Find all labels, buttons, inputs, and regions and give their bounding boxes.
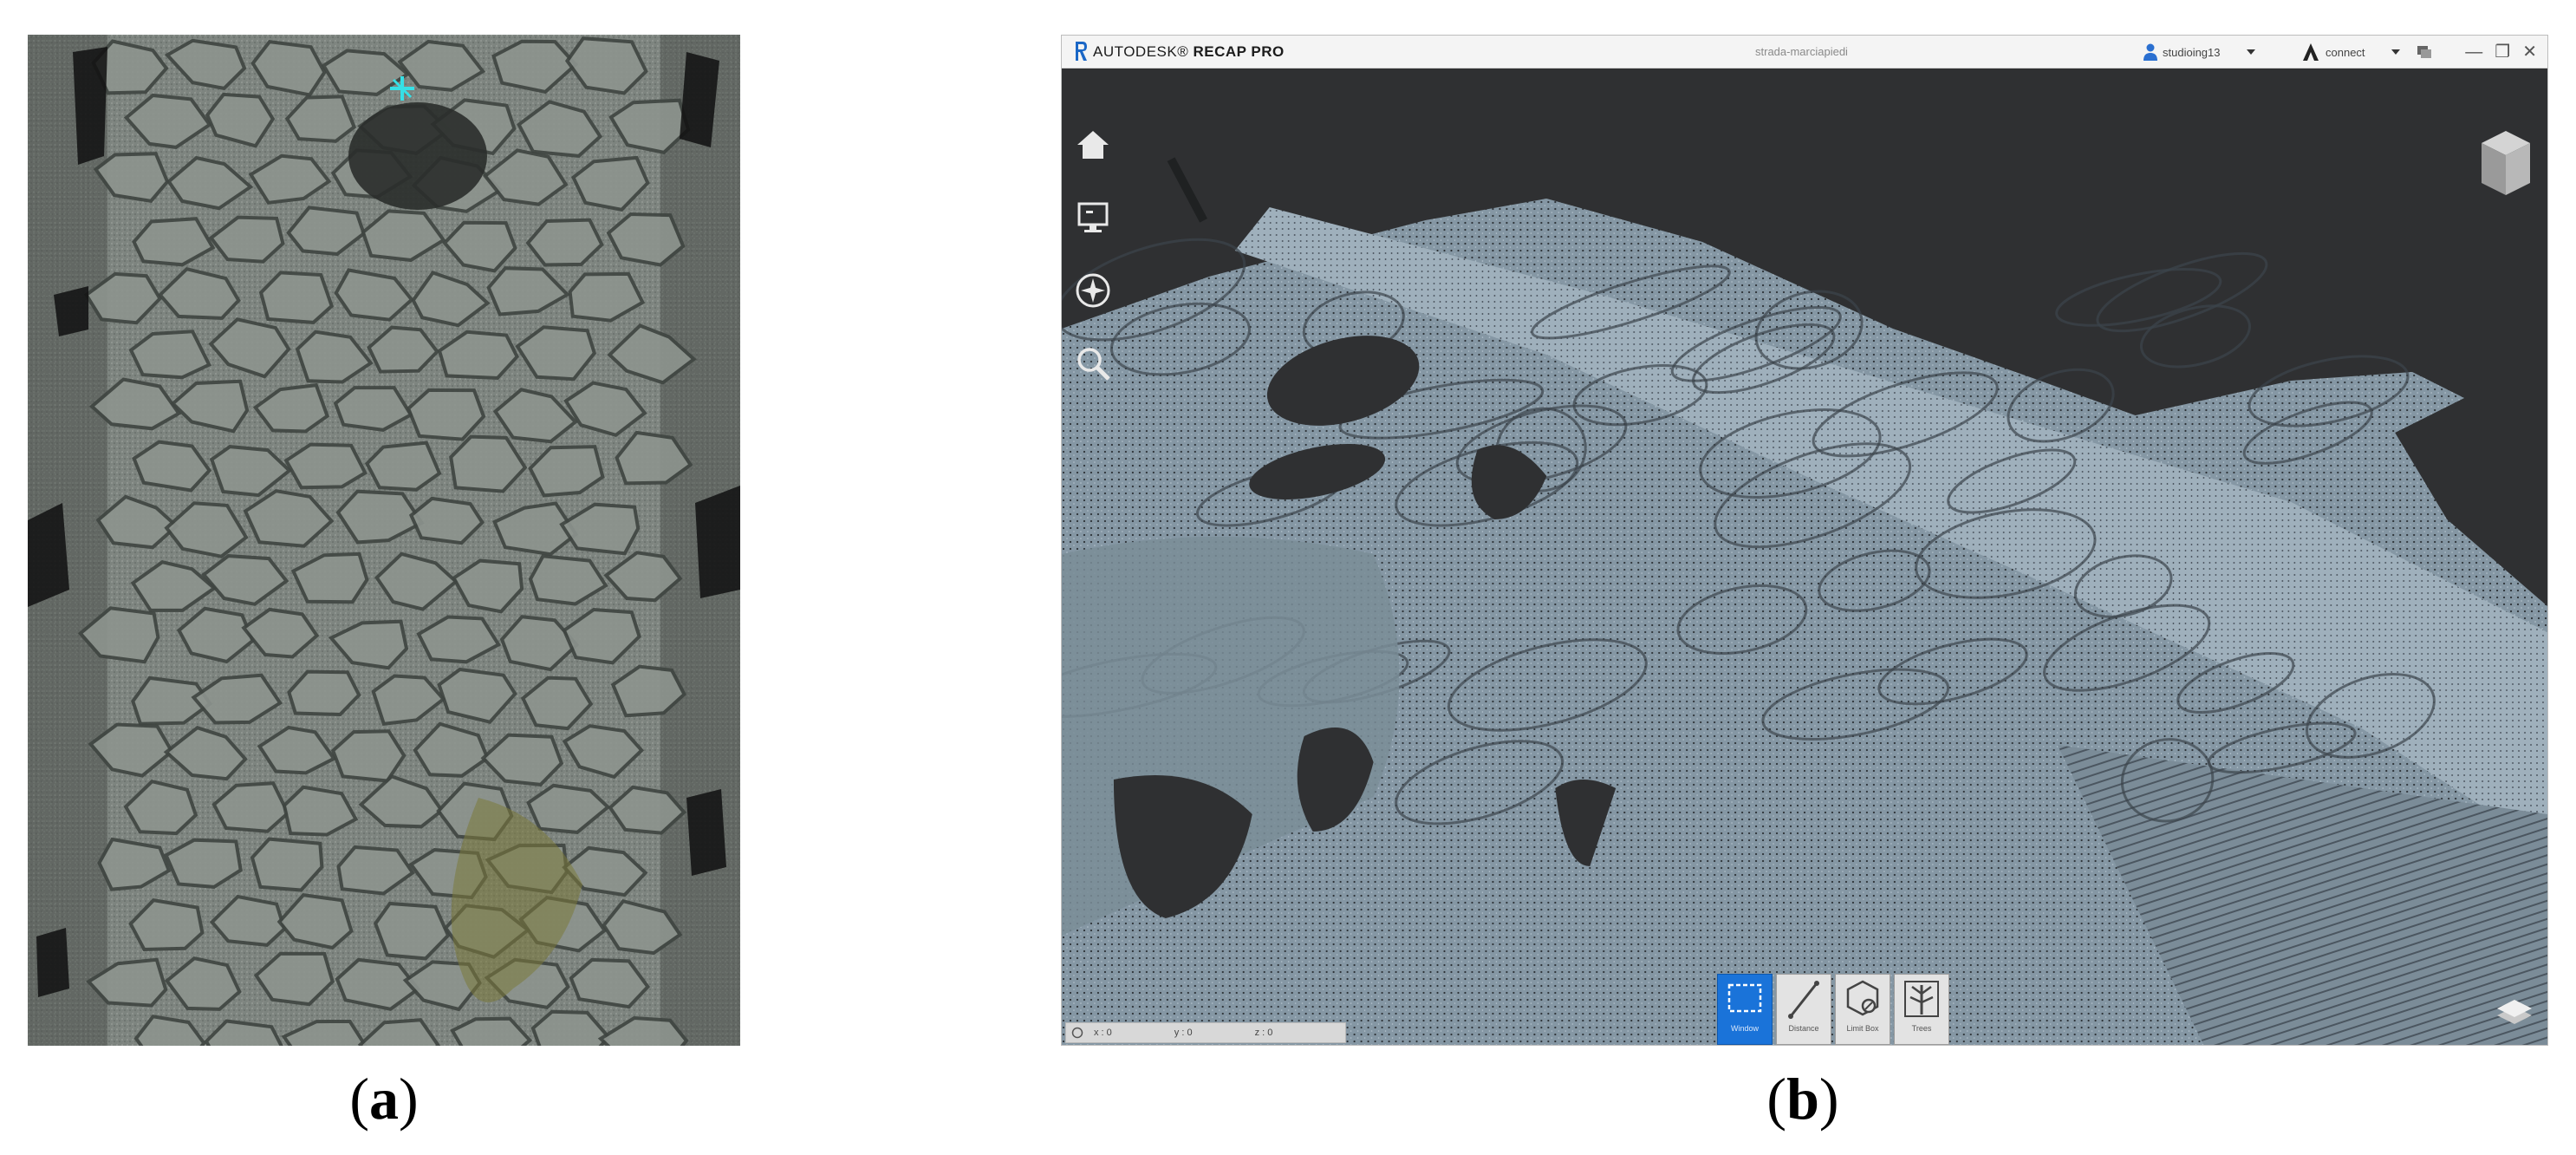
limit-box-icon: [1846, 980, 1879, 1016]
monitor-icon[interactable]: [1074, 199, 1112, 237]
distance-button[interactable]: Distance: [1776, 974, 1831, 1045]
caption-a: (a): [349, 1066, 419, 1132]
paving-stone: [287, 669, 361, 717]
distance-icon: [1788, 981, 1819, 1019]
paving-stone: [606, 212, 686, 267]
recap-logo-icon: [1076, 42, 1087, 61]
point-cloud-scene[interactable]: [1062, 69, 2547, 1046]
paving-stone: [258, 271, 335, 324]
close-button[interactable]: ✕: [2522, 41, 2537, 63]
layers-icon[interactable]: [2495, 996, 2534, 1029]
user-name: studioing13: [2163, 45, 2221, 59]
user-icon: [2143, 43, 2157, 61]
home-icon[interactable]: [1074, 126, 1112, 164]
title-bar: AUTODESK® RECAP PRO strada-marciapiedi s…: [1062, 36, 2547, 69]
chevron-down-icon[interactable]: [2246, 49, 2255, 55]
compass-icon[interactable]: [1074, 271, 1112, 310]
trees-button[interactable]: Trees: [1894, 974, 1949, 1045]
limit-box-button[interactable]: Limit Box: [1835, 974, 1890, 1045]
app-name: AUTODESK® RECAP PRO: [1093, 43, 1285, 60]
window-select-button[interactable]: Window: [1717, 974, 1773, 1045]
distance-label: Distance: [1788, 1024, 1819, 1033]
measure-toolbar: Window Distance Limit Box Trees: [1717, 974, 1949, 1045]
recap-pro-window: AUTODESK® RECAP PRO strada-marciapiedi s…: [1061, 35, 2548, 1046]
notifications-icon[interactable]: [2416, 44, 2433, 60]
autodesk-a-icon: [2303, 43, 2319, 61]
trees-label: Trees: [1911, 1024, 1932, 1033]
minimize-button[interactable]: —: [2465, 41, 2482, 63]
chevron-down-icon[interactable]: [2391, 49, 2400, 55]
trees-icon: [1904, 981, 1939, 1017]
limit-box-label: Limit Box: [1846, 1024, 1879, 1033]
paving-stone: [283, 442, 368, 490]
coordinate-readout: x : 0 y : 0 z : 0: [1065, 1022, 1346, 1043]
window-select-label: Window: [1730, 1024, 1759, 1033]
top-view-point-cloud: [28, 35, 740, 1046]
window-select-icon: [1727, 983, 1762, 1013]
caption-b: (b): [1766, 1066, 1839, 1132]
coord-x: x : 0: [1094, 1028, 1112, 1038]
coord-y: y : 0: [1174, 1028, 1193, 1038]
document-title: strada-marciapiedi: [1755, 45, 1848, 58]
magnifier-icon[interactable]: [1074, 344, 1112, 382]
user-menu[interactable]: studioing13: [2143, 41, 2255, 63]
paving-stones-top-view: [28, 35, 740, 1046]
target-icon: [1071, 1027, 1083, 1039]
window-controls: — ❐ ✕: [2465, 41, 2537, 63]
connect-menu[interactable]: connect: [2303, 41, 2433, 63]
connect-label: connect: [2326, 45, 2365, 59]
restore-button[interactable]: ❐: [2495, 41, 2510, 63]
coord-z: z : 0: [1254, 1028, 1273, 1038]
viewcube-icon[interactable]: [2476, 126, 2535, 200]
3d-viewport[interactable]: x : 0 y : 0 z : 0 Window Distance Limit …: [1062, 69, 2547, 1046]
